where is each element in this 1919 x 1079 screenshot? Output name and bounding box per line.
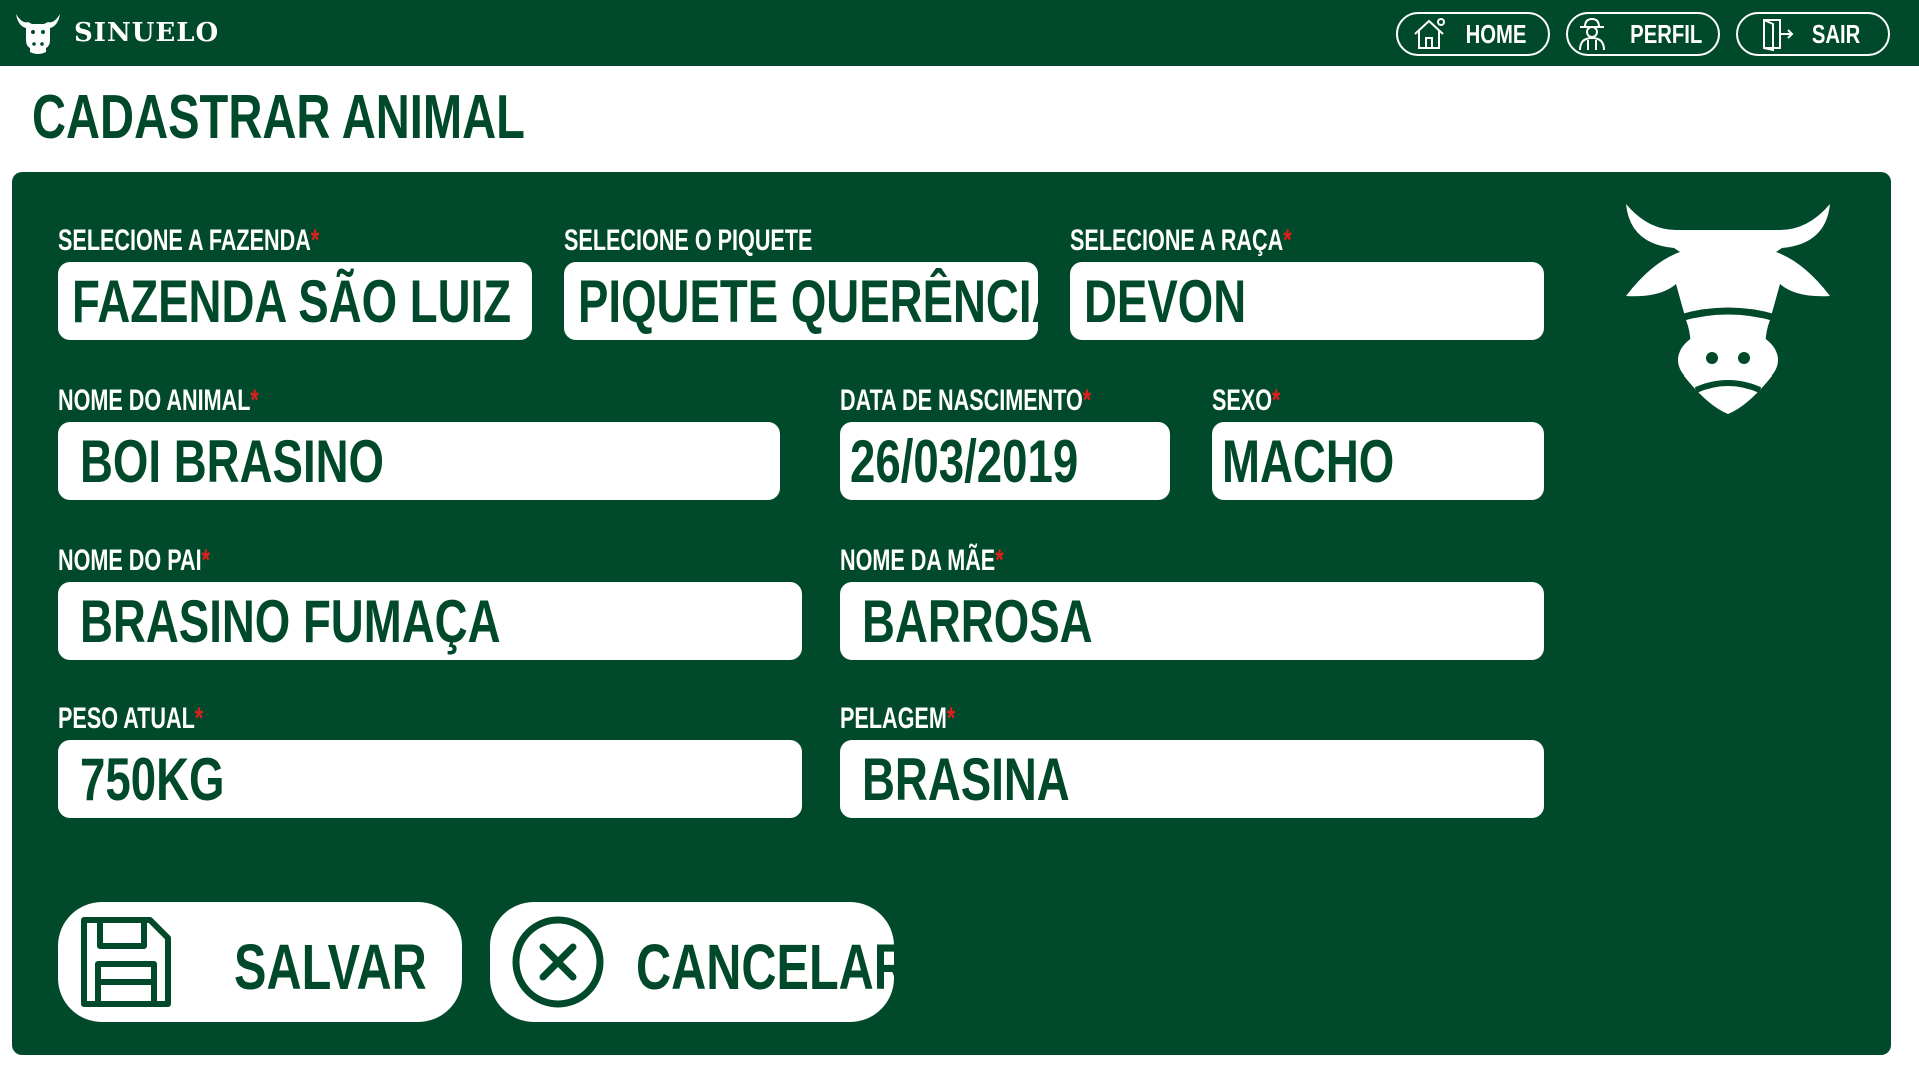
raca-label: SELECIONE A RAÇA* [1070,224,1292,258]
nome-animal-input[interactable]: BOI BRASINO [58,422,780,500]
farmer-icon [1578,17,1605,51]
raca-value: DEVON [1084,267,1247,335]
piquete-label: SELECIONE O PIQUETE [564,224,812,258]
nome-mae-label: NOME DA MÃE* [840,544,1004,578]
house-icon [1414,18,1445,49]
nome-pai-input[interactable]: BRASINO FUMAÇA [58,582,802,660]
peso-atual-label: PESO ATUAL* [58,702,203,736]
required-marker: * [194,702,204,735]
perfil-label: PERFIL [1629,18,1703,49]
fazenda-value: FAZENDA SÃO LUIZ [72,267,512,335]
sexo-label: SEXO* [1212,384,1280,418]
peso-atual-input[interactable]: 750KG [58,740,802,818]
required-marker: * [946,702,956,735]
cancelar-label: CANCELAR [636,931,909,1003]
sair-button[interactable]: SAIR [1736,12,1890,56]
required-marker: * [995,544,1004,577]
pelagem-input[interactable]: BRASINA [840,740,1544,818]
nome-mae-label-text: NOME DA MÃE [840,544,996,577]
nome-mae-input[interactable]: BARROSA [840,582,1544,660]
pelagem-label-text: PELAGEM [840,702,947,735]
salvar-button[interactable]: SALVAR [58,902,462,1022]
required-marker: * [310,224,320,257]
nome-pai-value: BRASINO FUMAÇA [80,587,501,655]
floppy-disk-icon [81,917,171,1007]
fazenda-label: SELECIONE A FAZENDA* [58,224,319,258]
cow-head-icon [1626,204,1830,414]
pelagem-value: BRASINA [862,745,1070,813]
nome-pai-label-text: NOME DO PAI [58,544,202,577]
animal-form-panel: SELECIONE A FAZENDA* FAZENDA SÃO LUIZ SE… [12,172,1891,1055]
required-marker: * [1082,384,1092,417]
exit-door-icon [1762,19,1794,52]
required-marker: * [1272,384,1281,417]
top-navbar: SINUELO HOME PERFIL SAIR [0,0,1919,66]
close-circle-icon [512,916,604,1008]
data-nascimento-label-text: DATA DE NASCIMENTO [840,384,1083,417]
cancelar-button[interactable]: CANCELAR [490,902,909,1022]
fazenda-label-text: SELECIONE A FAZENDA [58,224,311,257]
data-nascimento-value: 26/03/2019 [850,427,1079,495]
piquete-label-text: SELECIONE O PIQUETE [564,224,813,257]
page-title: CADASTRAR ANIMAL [32,83,525,152]
app-name: SINUELO [74,18,220,48]
sair-label: SAIR [1811,18,1861,49]
raca-label-text: SELECIONE A RAÇA [1070,224,1284,257]
piquete-value: PIQUETE QUERÊNCIA [578,267,1038,335]
data-nascimento-input[interactable]: 26/03/2019 [840,422,1170,500]
nome-mae-value: BARROSA [862,587,1093,655]
raca-select[interactable]: DEVON [1070,262,1544,340]
fazenda-select[interactable]: FAZENDA SÃO LUIZ [58,262,532,340]
peso-atual-label-text: PESO ATUAL [58,702,195,735]
required-marker: * [250,384,259,417]
nome-animal-value: BOI BRASINO [80,427,385,495]
required-marker: * [1283,224,1292,257]
sexo-label-text: SEXO [1212,384,1273,417]
piquete-select[interactable]: PIQUETE QUERÊNCIA [564,262,1038,340]
peso-atual-value: 750KG [80,745,225,813]
nome-pai-label: NOME DO PAI* [58,544,210,578]
home-button[interactable]: HOME [1396,12,1550,56]
nome-animal-label-text: NOME DO ANIMAL [58,384,251,417]
perfil-button[interactable]: PERFIL [1566,12,1720,56]
data-nascimento-label: DATA DE NASCIMENTO* [840,384,1091,418]
nome-animal-label: NOME DO ANIMAL* [58,384,259,418]
home-label: HOME [1465,18,1527,49]
pelagem-label: PELAGEM* [840,702,955,736]
sexo-value: MACHO [1222,427,1395,495]
required-marker: * [201,544,211,577]
app-logo[interactable]: SINUELO [12,10,219,56]
salvar-label: SALVAR [234,931,427,1003]
cow-head-icon [16,14,60,54]
sexo-select[interactable]: MACHO [1212,422,1544,500]
